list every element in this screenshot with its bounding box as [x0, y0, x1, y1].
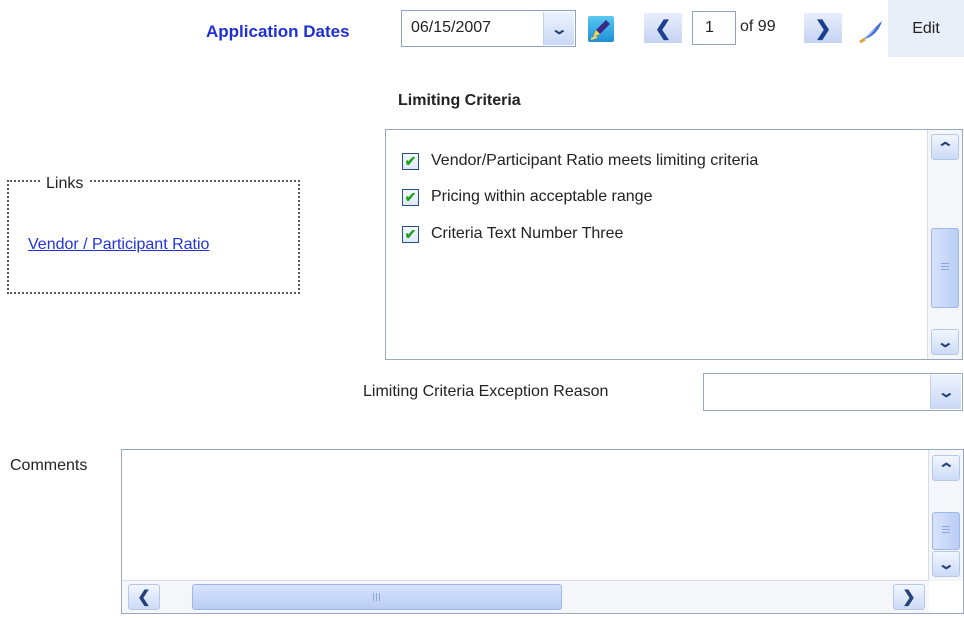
exception-reason-select[interactable]: ⌄	[703, 373, 963, 411]
chevron-down-icon[interactable]: ⌄	[930, 375, 961, 409]
comments-horizontal-scrollbar[interactable]: ❮ ❯	[122, 580, 929, 613]
next-page-button[interactable]: ❯	[804, 13, 842, 43]
links-legend: Links	[40, 175, 90, 193]
application-date-select[interactable]: 06/15/2007 ⌄	[401, 10, 576, 47]
chevron-left-icon: ❮	[654, 17, 672, 40]
criteria-checkbox[interactable]: ✔	[402, 152, 419, 170]
criteria-checkbox[interactable]: ✔	[402, 225, 419, 243]
criteria-label: Vendor/Participant Ratio meets limiting …	[431, 152, 759, 169]
criteria-item[interactable]: ✔ Pricing within acceptable range	[402, 188, 652, 206]
scroll-right-button[interactable]: ❯	[893, 584, 925, 610]
comments-vertical-scrollbar[interactable]: ⌄ ⌄	[928, 450, 963, 581]
criteria-label: Pricing within acceptable range	[431, 188, 653, 205]
scroll-down-button[interactable]: ⌄	[932, 551, 960, 577]
edit-button[interactable]: Edit	[888, 0, 964, 57]
scroll-up-button[interactable]: ⌄	[932, 455, 960, 481]
criteria-item[interactable]: ✔ Criteria Text Number Three	[402, 225, 623, 243]
limiting-criteria-list: ✔ Vendor/Participant Ratio meets limitin…	[385, 129, 963, 360]
chevron-right-icon: ❯	[814, 17, 832, 40]
limiting-criteria-heading: Limiting Criteria	[398, 92, 521, 109]
pen-icon[interactable]	[588, 16, 614, 42]
chevron-down-icon: ⌄	[936, 334, 954, 351]
page-total-label: of 99	[740, 18, 776, 35]
criteria-vertical-scrollbar[interactable]: ⌄ ⌄	[927, 130, 962, 359]
previous-page-button[interactable]: ❮	[644, 13, 682, 43]
feather-edit-icon[interactable]	[858, 18, 886, 44]
chevron-left-icon: ❮	[137, 589, 151, 606]
vendor-participant-ratio-link[interactable]: Vendor / Participant Ratio	[28, 236, 209, 254]
chevron-right-icon: ❯	[902, 589, 916, 606]
scroll-thumb[interactable]	[932, 512, 960, 550]
comments-label: Comments	[10, 457, 88, 474]
application-date-value: 06/15/2007	[411, 19, 492, 36]
comments-textarea[interactable]: ⌄ ⌄ ❮ ❯	[121, 449, 964, 614]
exception-reason-label: Limiting Criteria Exception Reason	[363, 383, 609, 400]
scroll-thumb[interactable]	[931, 228, 959, 308]
criteria-checkbox[interactable]: ✔	[402, 188, 419, 206]
chevron-down-icon: ⌄	[937, 556, 955, 573]
scroll-left-button[interactable]: ❮	[128, 584, 160, 610]
page-number-input[interactable]: 1	[692, 11, 736, 45]
horizontal-scroll-thumb[interactable]	[192, 584, 562, 610]
chevron-down-icon[interactable]: ⌄	[543, 12, 574, 45]
criteria-item[interactable]: ✔ Vendor/Participant Ratio meets limitin…	[402, 152, 758, 170]
application-dates-label: Application Dates	[206, 22, 350, 41]
criteria-label: Criteria Text Number Three	[431, 225, 624, 242]
scroll-up-button[interactable]: ⌄	[931, 134, 959, 160]
scroll-down-button[interactable]: ⌄	[931, 329, 959, 355]
chevron-up-icon: ⌄	[937, 459, 955, 476]
chevron-up-icon: ⌄	[936, 138, 954, 155]
